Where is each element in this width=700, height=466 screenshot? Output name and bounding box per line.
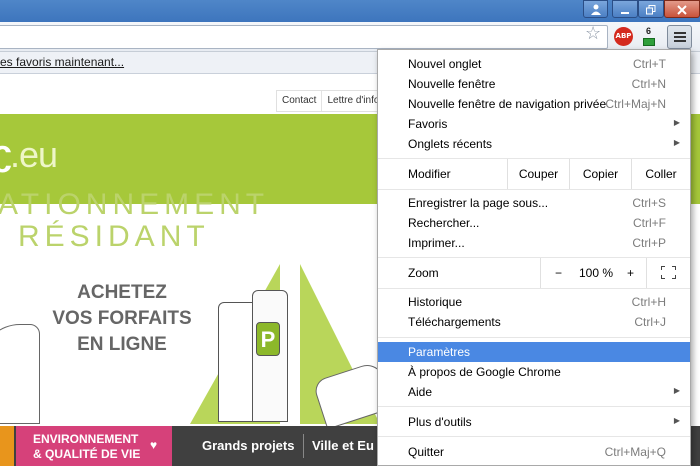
zoom-in-button[interactable]: + — [627, 266, 634, 280]
submenu-arrow-icon: ▶ — [673, 416, 680, 425]
extension-button[interactable]: 6 — [641, 26, 659, 48]
nav-item-environnement[interactable]: ENVIRONNEMENT & QUALITÉ DE VIE ♥ — [16, 426, 172, 466]
cut-button[interactable]: Couper — [507, 159, 569, 189]
zoom-level: 100 % — [579, 266, 614, 280]
menu-separator — [378, 189, 690, 190]
chrome-menu-button[interactable] — [667, 25, 692, 49]
menu-item-settings[interactable]: Paramètres — [378, 342, 690, 362]
heart-icon: ♥ — [150, 438, 158, 452]
minimize-button[interactable] — [612, 0, 638, 18]
menu-item-about-chrome[interactable]: À propos de Google Chrome — [378, 362, 690, 382]
copy-button[interactable]: Copier — [569, 159, 631, 189]
menu-item-save-page[interactable]: Enregistrer la page sous... Ctrl+S — [378, 193, 690, 213]
minimize-icon — [621, 12, 629, 14]
adblock-plus-icon[interactable]: ABP — [614, 27, 633, 46]
chrome-main-menu: Nouvel onglet Ctrl+T Nouvelle fenêtre Ct… — [377, 49, 691, 466]
restore-icon — [646, 5, 656, 15]
menu-item-new-tab[interactable]: Nouvel onglet Ctrl+T — [378, 54, 690, 74]
restore-button[interactable] — [638, 0, 664, 18]
submenu-arrow-icon: ▶ — [673, 386, 680, 395]
promo-text[interactable]: ACHETEZ VOS FORFAITS EN LIGNE — [52, 280, 192, 358]
hamburger-icon — [674, 32, 686, 34]
headline-line-1: ATIONNEMENT — [0, 188, 270, 221]
nav-item-grands-projets[interactable]: Grands projets — [202, 438, 294, 453]
submenu-arrow-icon: ▶ — [673, 138, 680, 147]
zoom-controls: − 100 % + — [540, 258, 646, 288]
headline-line-2: RÉSIDANT — [18, 220, 210, 253]
fullscreen-button[interactable] — [646, 258, 690, 288]
menu-item-exit[interactable]: Quitter Ctrl+Maj+Q — [378, 442, 690, 462]
promo-line: EN LIGNE — [77, 334, 167, 355]
menu-separator — [378, 288, 690, 289]
edit-label: Modifier — [408, 167, 451, 181]
menu-item-recent-tabs[interactable]: Onglets récents ▶ — [378, 134, 690, 154]
user-icon — [590, 4, 601, 15]
logo-text: .eu — [10, 134, 58, 175]
promo-line: ACHETEZ — [77, 282, 167, 303]
extension-icon — [643, 38, 655, 46]
fullscreen-icon — [661, 266, 676, 279]
user-profile-button[interactable] — [583, 0, 608, 18]
menu-item-incognito[interactable]: Nouvelle fenêtre de navigation privée Ct… — [378, 94, 690, 114]
ticket-machine-illustration — [0, 324, 40, 424]
close-button[interactable] — [664, 0, 700, 18]
menu-item-new-window[interactable]: Nouvelle fenêtre Ctrl+N — [378, 74, 690, 94]
menu-separator — [378, 406, 690, 407]
import-bookmarks-link[interactable]: es favoris maintenant... — [0, 55, 124, 69]
nav-item-ville[interactable]: Ville et Eu — [312, 438, 374, 453]
top-links: Contact Lettre d'info — [276, 90, 387, 112]
zoom-label: Zoom — [408, 266, 439, 280]
menu-separator — [378, 337, 690, 338]
menu-item-help[interactable]: Aide ▶ — [378, 382, 690, 402]
nav-item-previous[interactable] — [0, 426, 14, 466]
menu-item-downloads[interactable]: Téléchargements Ctrl+J — [378, 312, 690, 332]
menu-zoom-row: Zoom − 100 % + — [378, 258, 690, 288]
contact-link[interactable]: Contact — [277, 91, 323, 111]
browser-toolbar: ☆ ABP 6 — [0, 22, 700, 52]
menu-separator — [378, 436, 690, 437]
nav-divider — [303, 434, 304, 458]
address-bar[interactable] — [0, 25, 608, 49]
menu-item-print[interactable]: Imprimer... Ctrl+P — [378, 233, 690, 253]
window-title-bar — [0, 0, 700, 22]
paste-button[interactable]: Coller — [631, 159, 690, 189]
menu-item-history[interactable]: Historique Ctrl+H — [378, 292, 690, 312]
extension-count-badge: 6 — [646, 26, 652, 36]
close-icon — [677, 5, 687, 15]
parking-sign-icon: P — [256, 322, 280, 356]
zoom-out-button[interactable]: − — [555, 266, 562, 280]
menu-item-more-tools[interactable]: Plus d'outils ▶ — [378, 412, 690, 432]
menu-edit-row: Modifier Couper Copier Coller — [378, 159, 690, 189]
menu-item-find[interactable]: Rechercher... Ctrl+F — [378, 213, 690, 233]
newsletter-link[interactable]: Lettre d'info — [322, 91, 386, 111]
promo-line: VOS FORFAITS — [52, 308, 192, 329]
menu-item-bookmarks[interactable]: Favoris ▶ — [378, 114, 690, 134]
bookmark-star-icon[interactable]: ☆ — [585, 23, 601, 43]
submenu-arrow-icon: ▶ — [673, 118, 680, 127]
